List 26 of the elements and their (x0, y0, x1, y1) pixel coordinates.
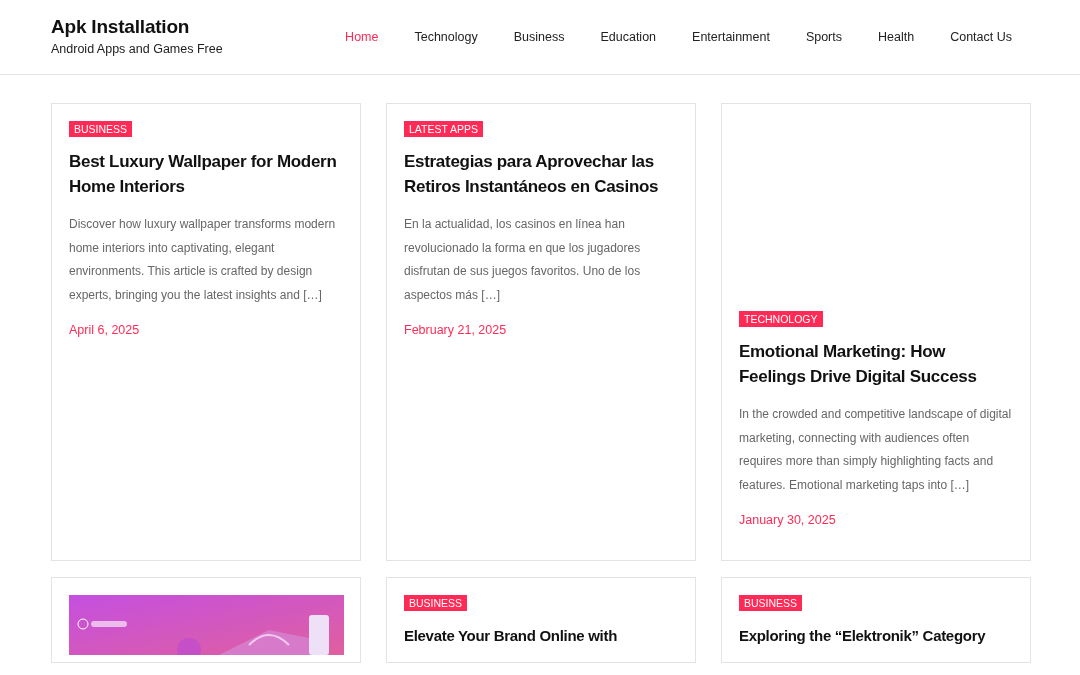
post-excerpt: In the crowded and competitive landscape of digital marketing, connecting with audiences often requires more than simply highlighting facts and features. Emotional marketing taps into […] (739, 406, 1013, 494)
nav-link[interactable]: Contact Us (932, 22, 1030, 52)
post-title[interactable]: Emotional Marketing: How Feelings Drive Digital Success (739, 339, 1013, 389)
nav-link[interactable]: Health (860, 22, 933, 52)
post-title[interactable]: Estrategias para Aprovechar las Retiros Instantáneos en Casinos (404, 149, 678, 199)
category-tag[interactable]: BUSINESS (69, 121, 133, 137)
category-tag[interactable]: LATEST APPS (404, 121, 484, 137)
nav-link[interactable]: Home (327, 22, 397, 52)
post-excerpt: En la actualidad, los casinos en línea han revolucionado la forma en que los jugadores disfrutan de sus juegos favoritos. Uno de los aspectos más […] (404, 216, 642, 304)
post-date[interactable]: February 21, 2025 (404, 323, 507, 337)
category-tag[interactable]: BUSINESS (739, 595, 803, 611)
post-excerpt: Discover how luxury wallpaper transforms modern home interiors into captivating, elegant environments. This article is crafted by design experts, bringing you the latest insights and […] (69, 216, 337, 304)
nav-link[interactable]: Business (495, 22, 583, 52)
nav-link[interactable]: Sports (787, 22, 860, 52)
nav-link[interactable]: Technology (396, 22, 496, 52)
nav-link[interactable]: Entertainment (674, 22, 788, 52)
post-title[interactable]: Exploring the “Elektronik” Category (739, 623, 986, 648)
nav-link[interactable]: Education (582, 22, 675, 52)
site-title[interactable]: Apk Installation (51, 16, 223, 38)
post-date[interactable]: April 6, 2025 (69, 323, 140, 337)
post-title[interactable]: Elevate Your Brand Online with (404, 623, 617, 648)
site-tagline: Android Apps and Games Free (51, 42, 223, 56)
post-title[interactable]: Best Luxury Wallpaper for Modern Home Interiors (69, 149, 343, 199)
post-date[interactable]: January 30, 2025 (739, 513, 836, 527)
category-tag[interactable]: TECHNOLOGY (739, 311, 823, 327)
category-tag[interactable]: BUSINESS (404, 595, 468, 611)
